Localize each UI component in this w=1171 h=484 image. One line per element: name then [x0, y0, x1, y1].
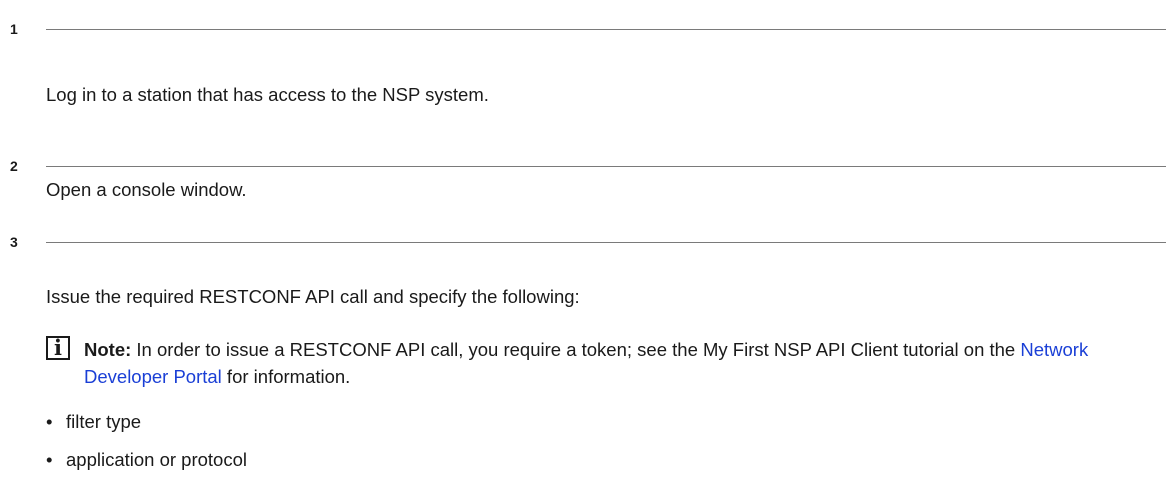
step-1-text: Log in to a station that has access to t… — [46, 84, 489, 105]
step-divider — [46, 29, 1166, 30]
step-1-header: 1 — [0, 21, 1171, 41]
list-item: • application or protocol — [46, 449, 247, 471]
list-item: • filter type — [46, 411, 141, 433]
note-label: Note: — [84, 339, 132, 360]
list-item-text: application or protocol — [66, 449, 247, 470]
bullet-marker: • — [46, 449, 53, 470]
step-divider — [46, 242, 1166, 243]
step-number: 3 — [10, 234, 18, 250]
list-item-text: filter type — [66, 411, 142, 432]
step-3-header: 3 — [0, 234, 1171, 254]
note-text: Note: In order to issue a RESTCONF API c… — [84, 336, 1154, 390]
step-3-text: Issue the required RESTCONF API call and… — [46, 286, 580, 307]
note-text-before-link: In order to issue a RESTCONF API call, y… — [131, 339, 1021, 360]
step-2-header: 2 — [0, 158, 1171, 178]
bullet-marker: • — [46, 411, 53, 432]
note-text-after-link: for information. — [221, 366, 351, 387]
info-icon: i — [46, 336, 70, 360]
step-divider — [46, 166, 1166, 167]
step-2-text: Open a console window. — [46, 179, 247, 200]
step-number: 2 — [10, 158, 18, 174]
step-number: 1 — [10, 21, 18, 37]
